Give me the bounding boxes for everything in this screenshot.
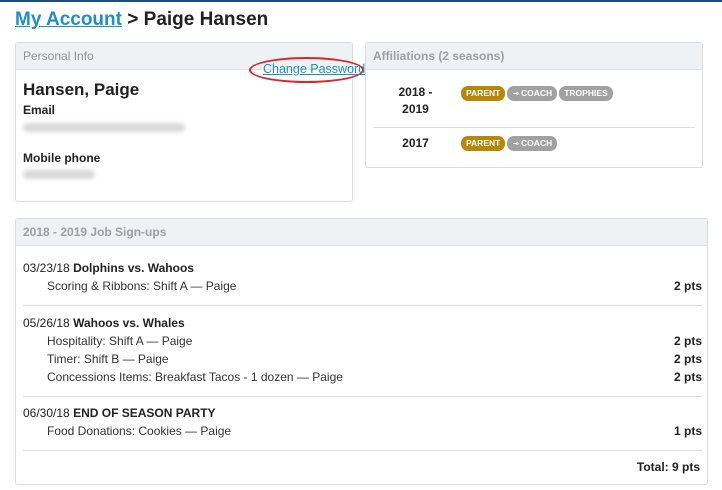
change-password-link[interactable]: Change Password (263, 62, 365, 76)
job-event: 03/23/18 Dolphins vs. Wahoos Scoring & R… (23, 259, 702, 295)
job-item: Concessions Items: Breakfast Tacos - 1 d… (23, 368, 702, 386)
my-account-link[interactable]: My Account (15, 9, 122, 30)
page-person-name: Paige Hansen (143, 9, 269, 30)
job-label: Timer: Shift B — Paige (47, 352, 169, 366)
job-points: 2 pts (673, 279, 702, 293)
mobile-phone-label: Mobile phone (23, 151, 101, 165)
key-icon: ⊸ (512, 89, 520, 98)
total-divider (23, 450, 702, 451)
affiliations-panel: Affiliations (2 seasons) 2018 - 2019 PAR… (365, 42, 703, 168)
job-label: Hospitality: Shift A — Paige (47, 334, 193, 348)
job-label: Food Donations: Cookies — Paige (47, 424, 232, 438)
parent-badge: PARENT (461, 86, 506, 101)
job-item: Timer: Shift B — Paige 2 pts (23, 350, 702, 368)
role-badges: PARENT ⊸ COACH (461, 136, 559, 154)
season-year-start: 2018 - (398, 85, 433, 99)
job-item: Hospitality: Shift A — Paige 2 pts (23, 332, 702, 350)
job-item: Food Donations: Cookies — Paige 1 pts (23, 422, 702, 440)
points-total: Total: 9 pts (636, 460, 700, 474)
event-title: Dolphins vs. Wahoos (73, 261, 194, 275)
event-header: 06/30/18 END OF SEASON PARTY (23, 404, 702, 422)
job-points: 2 pts (673, 370, 702, 384)
event-divider (23, 305, 702, 306)
job-signups-heading: 2018 - 2019 Job Sign-ups (16, 219, 707, 246)
trophies-badge: TROPHIES (559, 86, 613, 101)
parent-badge: PARENT (461, 136, 506, 151)
personal-info-panel: Personal Info Change Password Hansen, Pa… (15, 42, 365, 202)
role-badges: PARENT ⊸ COACH TROPHIES (461, 86, 615, 104)
job-event: 06/30/18 END OF SEASON PARTY Food Donati… (23, 404, 702, 440)
job-event: 05/26/18 Wahoos vs. Whales Hospitality: … (23, 314, 702, 386)
event-title: Wahoos vs. Whales (73, 316, 185, 330)
event-date: 06/30/18 (23, 406, 70, 420)
coach-badge: ⊸ COACH (507, 136, 558, 151)
coach-badge-label: COACH (521, 88, 553, 98)
job-label: Scoring & Ribbons: Shift A — Paige (47, 279, 237, 293)
job-points: 1 pts (673, 424, 702, 438)
person-name: Hansen, Paige (23, 80, 140, 99)
event-header: 03/23/18 Dolphins vs. Wahoos (23, 259, 702, 277)
event-divider (23, 396, 702, 397)
top-border (0, 0, 722, 2)
coach-badge-label: COACH (521, 138, 553, 148)
season-year-end: 2019 (402, 102, 429, 116)
job-points: 2 pts (673, 334, 702, 348)
job-item: Scoring & Ribbons: Shift A — Paige 2 pts (23, 277, 702, 295)
job-points: 2 pts (673, 352, 702, 366)
affiliations-heading: Affiliations (2 seasons) (366, 43, 702, 70)
event-header: 05/26/18 Wahoos vs. Whales (23, 314, 702, 332)
event-title: END OF SEASON PARTY (73, 406, 216, 420)
email-value-redacted (23, 123, 185, 132)
event-date: 03/23/18 (23, 261, 70, 275)
affiliation-divider (373, 127, 695, 128)
affiliation-season: 2018 - 2019 (373, 84, 458, 118)
job-label: Concessions Items: Breakfast Tacos - 1 d… (47, 370, 343, 384)
mobile-phone-value-redacted (23, 170, 95, 179)
key-icon: ⊸ (512, 139, 520, 148)
affiliation-season: 2017 (402, 136, 429, 150)
change-password-highlight: Change Password (249, 57, 365, 83)
breadcrumb-separator: > (127, 9, 139, 30)
page-title: My Account > Paige Hansen (15, 9, 268, 31)
job-signups-panel: 2018 - 2019 Job Sign-ups 03/23/18 Dolphi… (15, 218, 708, 485)
event-date: 05/26/18 (23, 316, 70, 330)
coach-badge: ⊸ COACH (507, 86, 558, 101)
email-label: Email (23, 103, 56, 117)
